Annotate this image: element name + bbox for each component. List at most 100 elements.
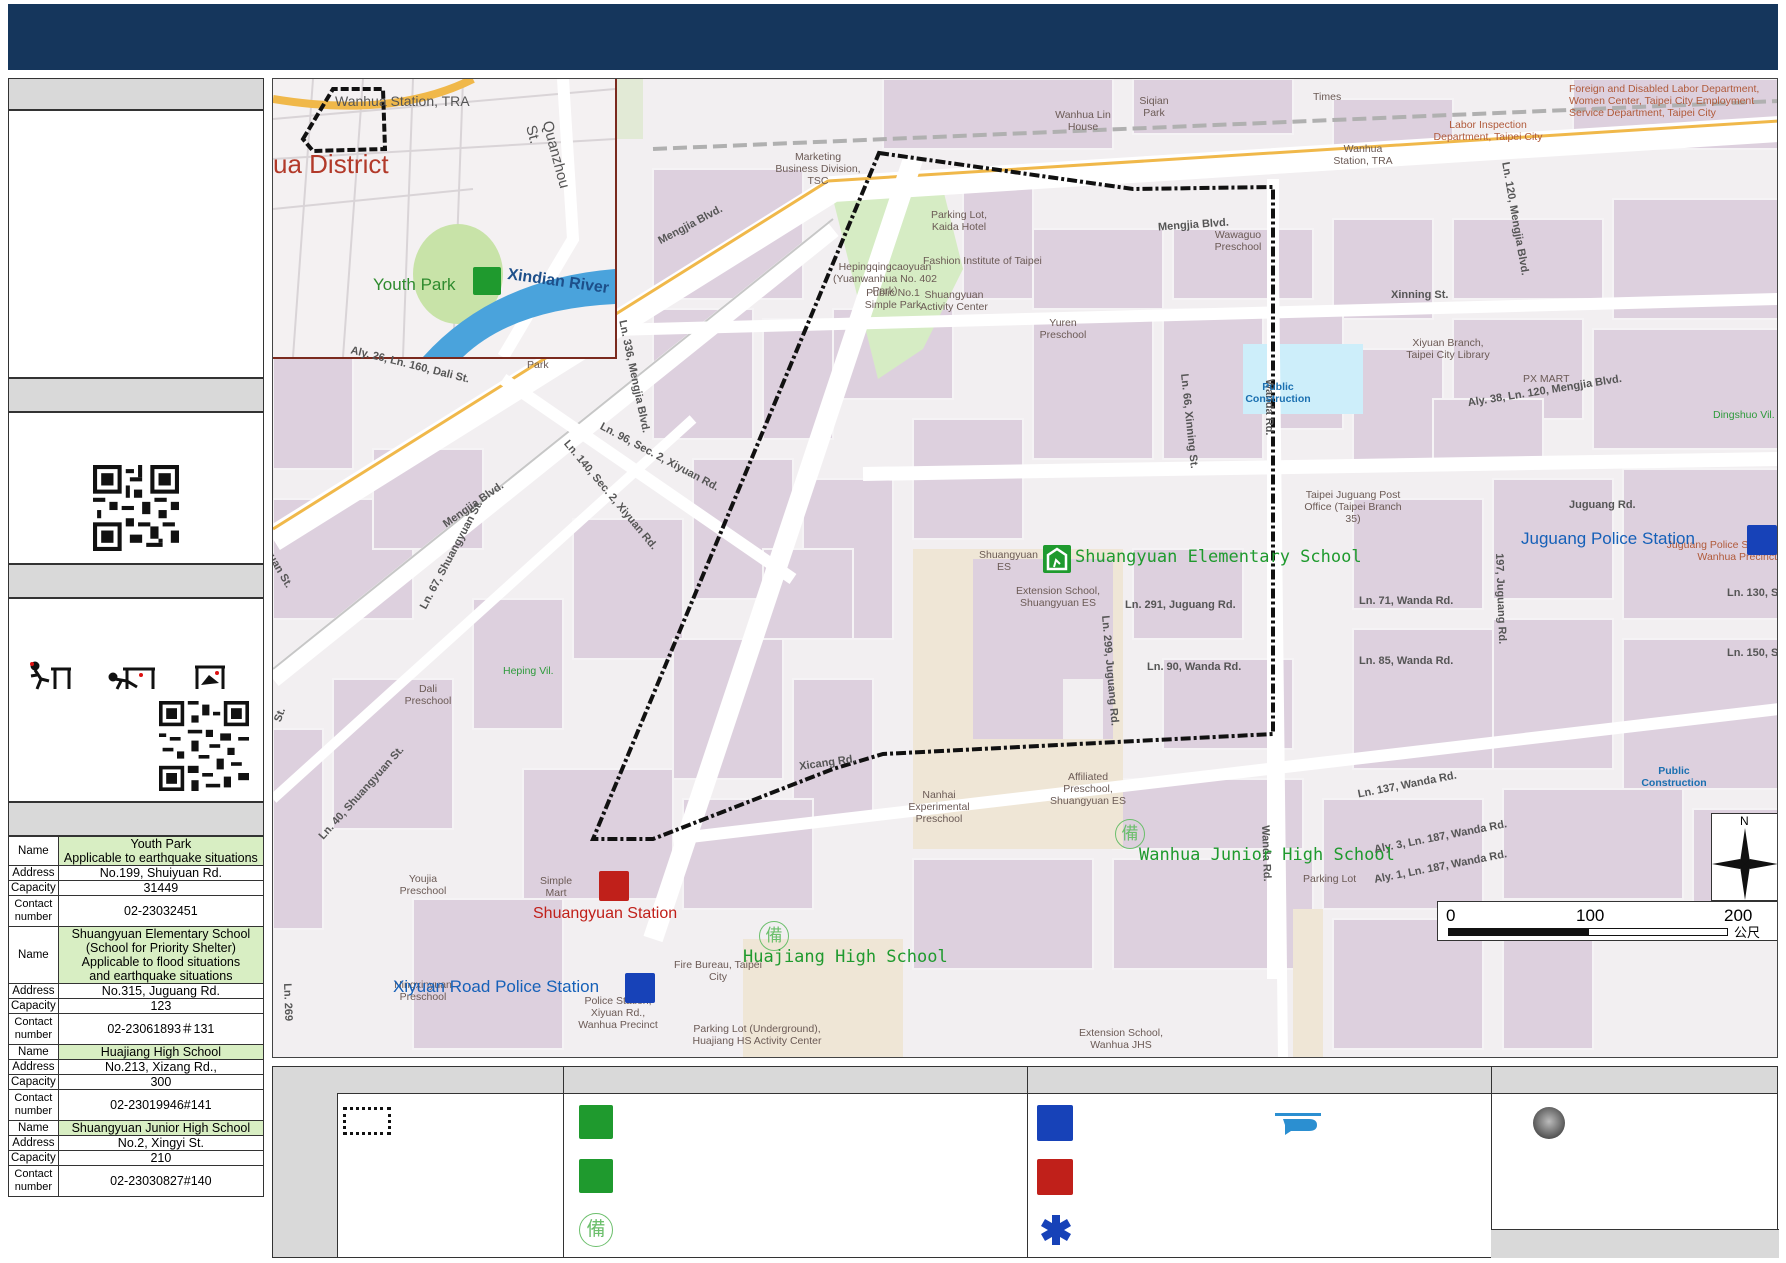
qr-panel: [8, 412, 264, 564]
place-label: Parking Lot, Kaida Hotel: [930, 209, 988, 233]
row-label: Name: [8, 926, 59, 984]
police-icon[interactable]: [1747, 525, 1777, 555]
table-row: Address No.315, Juguang Rd.: [8, 983, 265, 999]
legend-ems-icon: [1039, 1213, 1073, 1247]
table-row: Address No.2, Xingyi St.: [8, 1135, 265, 1151]
road-label: Ln. 90, Wanda Rd.: [1147, 661, 1242, 673]
map[interactable]: Wanhua Station, TRA ua District Quanzhou…: [272, 78, 1778, 1058]
boundary-box: [343, 1107, 391, 1135]
place-label: Times: [1313, 91, 1342, 103]
table-row: Name Shuangyuan Elementary School (School…: [8, 926, 265, 984]
place-label: Wanhua Station, TRA: [1333, 143, 1393, 167]
place-label: Shuangyuan ES: [979, 549, 1038, 573]
shelter-value: 02-23030827#140: [57, 1165, 265, 1197]
shelter-name: Shuangyuan Junior High School: [57, 1120, 265, 1136]
legend-helicopter-icon: [1273, 1111, 1323, 1137]
place-label: Fashion Institute of Taipei: [923, 255, 1042, 267]
row-label: Capacity: [8, 1150, 59, 1166]
row-label: Capacity: [8, 880, 59, 896]
inset-label-district: ua District: [273, 149, 389, 179]
label-park: Park: [527, 359, 549, 371]
road-label: Ln. 291, Juguang Rd.: [1125, 599, 1236, 611]
place-label: Labor Inspection Department, Taipei City: [1433, 119, 1543, 143]
shelter-value: 300: [57, 1074, 265, 1090]
place-label: Nanhai Experimental Preschool: [908, 789, 970, 825]
place-label: Wanhua Lin House: [1055, 109, 1111, 133]
north-label: N: [1740, 814, 1749, 828]
guide-qr-code[interactable]: [159, 701, 249, 791]
place-label: PX MART: [1523, 373, 1570, 385]
shelter-name: Shuangyuan Elementary School (School for…: [57, 926, 265, 984]
row-label: Address: [8, 1059, 59, 1075]
place-label: Simple Mart: [539, 875, 573, 899]
row-label: Name: [8, 1120, 59, 1136]
left-section-header-3: [8, 564, 264, 598]
shelter-value: 02-23061893＃131: [57, 1013, 265, 1045]
place-label: Youjia Preschool: [399, 873, 447, 897]
shelter-name: Huajiang High School: [57, 1044, 265, 1060]
place-label: Siqian Park: [1139, 95, 1169, 119]
inset-shelter-park-icon[interactable]: [473, 267, 501, 295]
row-label: Address: [8, 1135, 59, 1151]
legend: 備: [272, 1066, 1779, 1258]
legend-shelter-building-icon: [579, 1105, 613, 1139]
row-label: Contact number: [8, 1013, 59, 1045]
place-label: Public No.1 Simple Park: [864, 287, 922, 311]
table-row: Contact number 02-23032451: [8, 895, 265, 927]
table-row: Capacity 210: [8, 1150, 265, 1166]
table-row: Capacity 300: [8, 1074, 265, 1090]
place-label: Extension School, Shuangyuan ES: [1015, 585, 1101, 609]
drop-cover-icon-3: [193, 663, 227, 691]
table-row: Address No.199, Shuiyuan Rd.: [8, 865, 265, 881]
table-row: Capacity 123: [8, 998, 265, 1014]
place-label: Taipei Juguang Post Office (Taipei Branc…: [1304, 489, 1402, 525]
table-row: Address No.213, Xizang Rd.,: [8, 1059, 265, 1075]
table-row: Name Youth Park Applicable to earthquake …: [8, 836, 265, 866]
shelter-table: Name Youth Park Applicable to earthquake …: [8, 836, 265, 1197]
place-label: Marketing Business Division, TSC: [775, 151, 861, 187]
place-label: Affiliated Preschool, Shuangyuan ES: [1050, 771, 1126, 807]
shelter-value: No.199, Shuiyuan Rd.: [57, 865, 265, 881]
drop-cover-icon-1: [27, 661, 73, 691]
road-label: Ln. 85, Wanda Rd.: [1359, 655, 1454, 667]
row-label: Contact number: [8, 1089, 59, 1121]
place-label: Yuren Preschool: [1039, 317, 1087, 341]
shelter-building-icon[interactable]: [1043, 545, 1071, 573]
place-label: Parking Lot: [1303, 873, 1357, 885]
label-huajiang-hs: Huajiang High School: [743, 947, 948, 967]
shelter-value: 210: [57, 1150, 265, 1166]
qr-code[interactable]: [93, 465, 179, 551]
shelter-value: 02-23032451: [57, 895, 265, 927]
left-section-header-1: [8, 78, 264, 110]
place-label: Public Construction: [1641, 765, 1707, 789]
row-label: Capacity: [8, 1074, 59, 1090]
earthquake-guide-panel: [8, 598, 264, 802]
shelter-value: No.315, Juguang Rd.: [57, 983, 265, 999]
legend-police-icon: [1037, 1105, 1073, 1141]
place-label: Heping Vil.: [503, 665, 554, 677]
road-label: Xinning St.: [1391, 289, 1449, 301]
scale-tick: 100: [1576, 906, 1605, 925]
row-label: Name: [8, 1044, 59, 1060]
place-label: Parking Lot (Underground), Huajiang HS A…: [692, 1023, 822, 1047]
fire-icon[interactable]: [599, 871, 629, 901]
label-juguang-police: Juguang Police Station: [1521, 529, 1695, 548]
north-arrow: N: [1711, 813, 1777, 901]
shelter-name: Youth Park Applicable to earthquake situ…: [57, 836, 265, 866]
scale-bar: 0 100 200 公尺: [1437, 901, 1777, 941]
table-row: Name Shuangyuan Junior High School: [8, 1120, 265, 1136]
place-label: Shuangyuan Activity Center: [920, 289, 988, 313]
row-label: Address: [8, 865, 59, 881]
police-icon-2[interactable]: [625, 973, 655, 1003]
row-label: Capacity: [8, 998, 59, 1014]
label-wanhua-jhs: Wanhua Junior High School: [1139, 845, 1395, 865]
inset-label-station: Wanhua Station, TRA: [335, 93, 470, 109]
place-label: Public Construction: [1245, 381, 1311, 405]
road-label: Ln. 150, Se: [1727, 647, 1778, 659]
road-label: Ln. 269: [281, 983, 295, 1022]
legend-shelter-park-icon: [579, 1159, 613, 1193]
label-shuangyuan-es: Shuangyuan Elementary School: [1075, 547, 1362, 567]
header-bar: [8, 4, 1778, 70]
shelter-value: 31449: [57, 880, 265, 896]
left-section-header-2: [8, 378, 264, 412]
